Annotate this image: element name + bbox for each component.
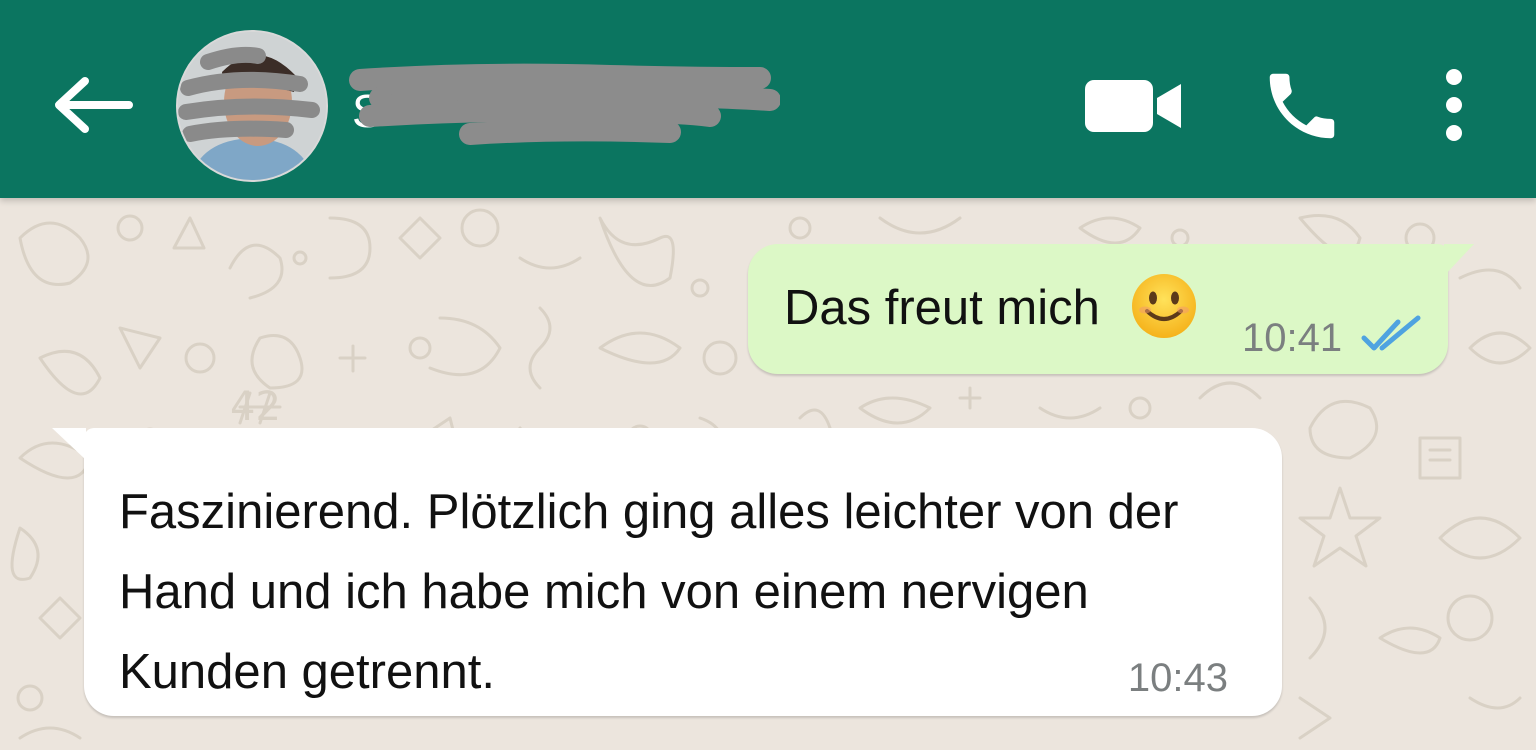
contact-avatar[interactable]	[176, 30, 328, 182]
more-options-icon	[1446, 69, 1462, 141]
message-timestamp: 10:43	[1127, 656, 1228, 700]
voice-call-button[interactable]	[1250, 60, 1354, 152]
avatar-image	[178, 32, 326, 180]
chat-screen: 42 S Das freut mich 10:41 Faszinierend. …	[0, 0, 1536, 750]
read-ticks-icon	[1361, 315, 1421, 351]
back-button[interactable]	[48, 66, 136, 144]
message-text: Das freut mich	[784, 281, 1100, 335]
bubble-tail	[1444, 244, 1474, 276]
video-call-icon	[1085, 80, 1181, 132]
outgoing-message-bubble[interactable]: Das freut mich 10:41	[748, 244, 1474, 374]
message-timestamp: 10:41	[1242, 316, 1343, 360]
contact-name[interactable]: S	[340, 62, 780, 152]
bubble-tail	[52, 428, 86, 460]
more-options-button[interactable]	[1424, 62, 1484, 148]
message-text: Faszinierend. Plötzlich ging alles leich…	[119, 485, 1179, 699]
back-arrow-icon	[55, 77, 133, 133]
voice-call-icon	[1269, 73, 1335, 139]
name-redaction	[349, 63, 780, 145]
incoming-message-bubble[interactable]: Faszinierend. Plötzlich ging alles leich…	[52, 428, 1282, 716]
smiling-face-emoji-icon	[1132, 274, 1196, 338]
svg-text:42: 42	[230, 384, 281, 430]
chat-header: S	[0, 0, 1536, 198]
video-call-button[interactable]	[1076, 68, 1190, 144]
